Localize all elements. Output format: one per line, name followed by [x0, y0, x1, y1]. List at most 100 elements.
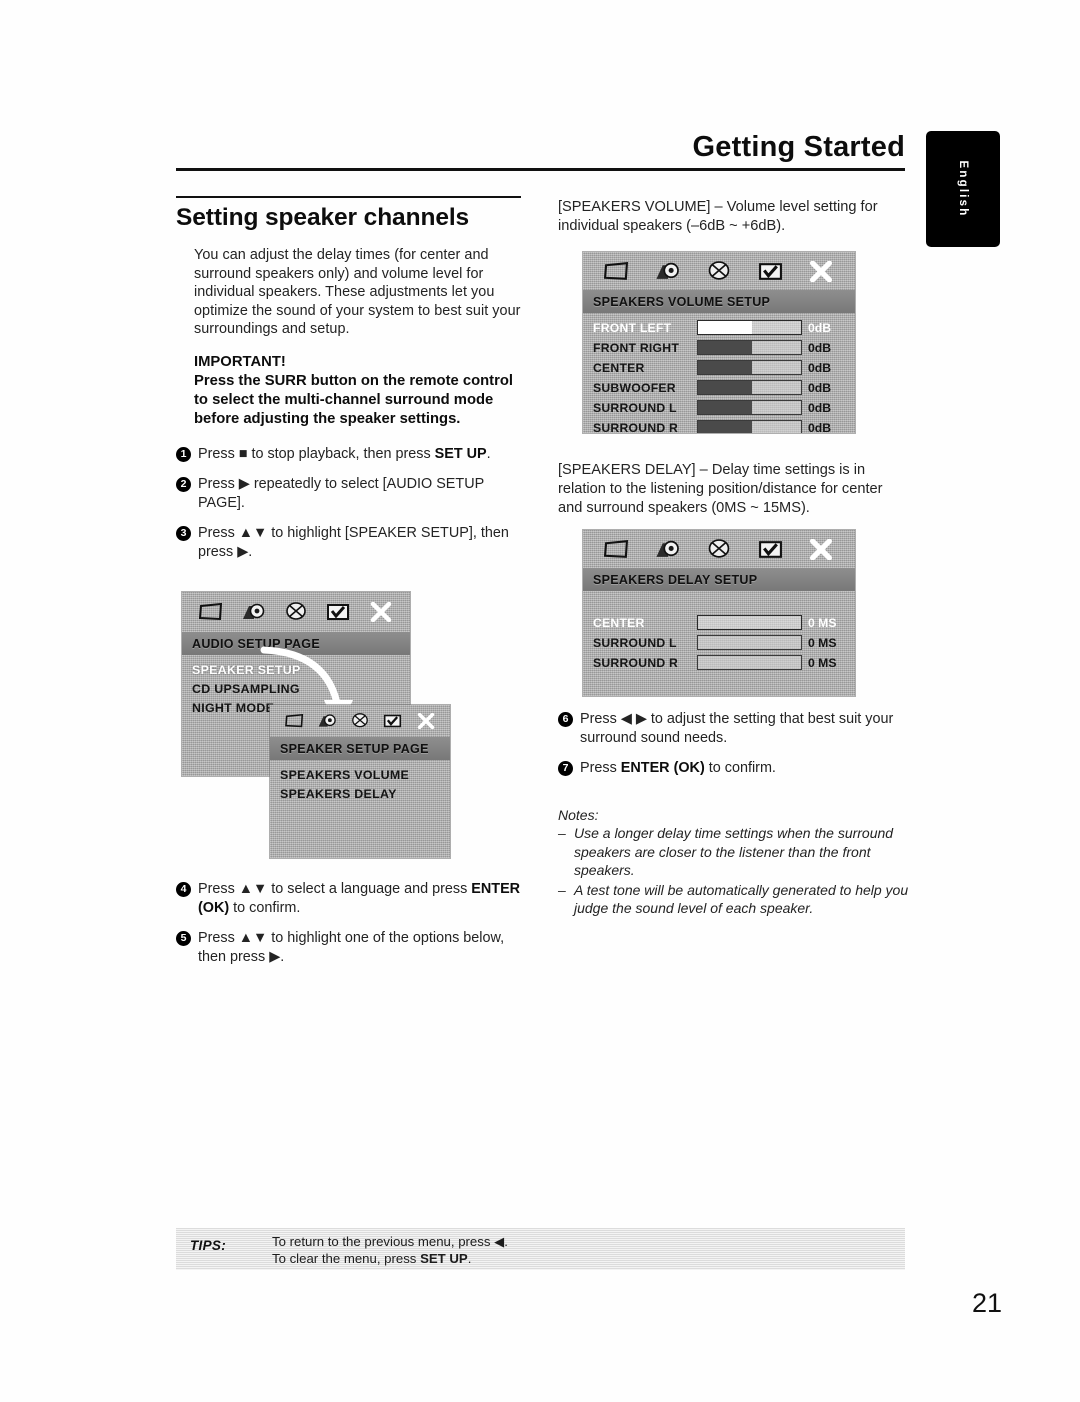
osd-setting-row[interactable]: SURROUND L 0dB	[593, 398, 846, 417]
osd-setting-row[interactable]: FRONT LEFT 0dB	[593, 318, 846, 337]
osd-icon-bar	[583, 252, 855, 290]
osd-menu-list: SPEAKERS VOLUME SPEAKERS DELAY	[270, 760, 450, 804]
note-dash: –	[558, 881, 566, 898]
close-x-icon[interactable]	[360, 592, 402, 632]
film-reel-icon[interactable]	[693, 252, 744, 290]
osd-menu-item[interactable]: CD UPSAMPLING	[192, 680, 410, 699]
tv-screen-icon[interactable]	[591, 252, 642, 290]
step-item: 3 Press ▲▼ to highlight [SPEAKER SETUP], …	[176, 524, 521, 562]
osd-setting-row[interactable]: CENTER 0dB	[593, 358, 846, 377]
step-text: Press ▶ repeatedly to select [AUDIO SETU…	[198, 475, 484, 511]
step-text: Press ▲▼ to highlight [SPEAKER SETUP], t…	[198, 524, 509, 560]
osd-setting-value: 0 MS	[808, 655, 837, 670]
page-title: Getting Started	[692, 131, 905, 163]
osd-icon-bar	[182, 592, 410, 632]
osd-slider-fill	[698, 361, 752, 374]
osd-setting-slider[interactable]	[697, 615, 802, 630]
note-text: A test tone will be automatically genera…	[574, 881, 909, 917]
osd-setting-slider[interactable]	[697, 320, 802, 335]
close-x-icon[interactable]	[796, 252, 847, 290]
osd-setting-slider[interactable]	[697, 340, 802, 355]
right-column: [SPEAKERS VOLUME] – Volume level setting…	[558, 198, 910, 246]
osd-slider-fill	[698, 381, 752, 394]
osd-setting-slider[interactable]	[697, 400, 802, 415]
tv-screen-icon[interactable]	[591, 530, 642, 568]
preference-checkbox-icon[interactable]	[745, 252, 796, 290]
osd-setting-row[interactable]: SURROUND L 0 MS	[593, 633, 846, 652]
notes-label: Notes:	[558, 807, 599, 823]
osd-icon-bar	[583, 530, 855, 568]
section-divider	[176, 196, 521, 198]
page-number: 21	[971, 1288, 1002, 1318]
osd-setting-row[interactable]: FRONT RIGHT 0dB	[593, 338, 846, 357]
step-text: Press ENTER (OK) to confirm.	[580, 760, 776, 776]
osd-slider-fill	[698, 341, 752, 354]
intro-paragraph: You can adjust the delay times (for cent…	[194, 247, 521, 338]
osd-icon-bar	[270, 705, 450, 737]
osd-setting-row[interactable]: SUBWOOFER 0dB	[593, 378, 846, 397]
osd-title: SPEAKERS VOLUME SETUP	[583, 290, 855, 313]
osd-menu-item[interactable]: SPEAKER SETUP	[192, 661, 410, 680]
osd-menu-item[interactable]: SPEAKERS VOLUME	[280, 766, 450, 785]
note-text: Use a longer delay time settings when th…	[574, 825, 894, 879]
film-reel-icon[interactable]	[344, 705, 377, 737]
section-title: Setting speaker channels	[176, 204, 470, 231]
osd-setting-slider[interactable]	[697, 380, 802, 395]
important-heading: IMPORTANT!	[194, 353, 286, 370]
step-text: Press ◀ ▶ to adjust the setting that bes…	[580, 711, 894, 746]
preference-checkbox-icon[interactable]	[317, 592, 359, 632]
audio-speaker-icon[interactable]	[642, 530, 693, 568]
osd-menu-item[interactable]: SPEAKERS DELAY	[280, 785, 450, 804]
film-reel-icon[interactable]	[275, 592, 317, 632]
osd-setting-value: 0 MS	[808, 615, 837, 630]
osd-setting-value: 0dB	[808, 360, 832, 375]
important-notice: IMPORTANT! Press the SURR button on the …	[194, 353, 521, 429]
tips-label: TIPS:	[190, 1238, 227, 1253]
osd-setting-value: 0dB	[808, 320, 832, 335]
right-column-mid: [SPEAKERS DELAY] – Delay time settings i…	[558, 461, 910, 528]
step-item: 7 Press ENTER (OK) to confirm.	[558, 759, 910, 778]
osd-setting-row[interactable]: SURROUND R 0dB	[593, 418, 846, 433]
osd-setting-value: 0dB	[808, 340, 832, 355]
audio-speaker-icon[interactable]	[232, 592, 274, 632]
speakers-delay-description: [SPEAKERS DELAY] – Delay time settings i…	[558, 462, 883, 516]
osd-setting-slider[interactable]	[697, 655, 802, 670]
left-column: Setting speaker channels You can adjust …	[176, 196, 521, 573]
film-reel-icon[interactable]	[693, 530, 744, 568]
osd-setting-label: SUBWOOFER	[593, 380, 676, 395]
tv-screen-icon[interactable]	[278, 705, 311, 737]
notes-block: Notes: – Use a longer delay time settings …	[558, 793, 910, 919]
note-item: – Use a longer delay time settings when t…	[558, 824, 910, 880]
preference-checkbox-icon[interactable]	[376, 705, 409, 737]
audio-speaker-icon[interactable]	[642, 252, 693, 290]
osd-speakers-delay-setup: SPEAKERS DELAY SETUP CENTER 0 MS SURROUND …	[583, 530, 855, 696]
osd-setting-label: SURROUND L	[593, 400, 677, 415]
close-x-icon[interactable]	[796, 530, 847, 568]
osd-setting-slider[interactable]	[697, 635, 802, 650]
close-x-icon[interactable]	[409, 705, 442, 737]
osd-setting-row[interactable]: CENTER 0 MS	[593, 613, 846, 632]
step-number-badge: 6	[558, 712, 573, 727]
osd-setting-slider[interactable]	[697, 420, 802, 433]
tips-line-2: To clear the menu, press SET UP.	[272, 1251, 508, 1268]
osd-title: SPEAKER SETUP PAGE	[270, 737, 450, 760]
right-steps-group: 6 Press ◀ ▶ to adjust the setting that be…	[558, 710, 910, 789]
osd-setting-slider[interactable]	[697, 360, 802, 375]
left-steps-group-2: 4 Press ▲▼ to select a language and press…	[176, 880, 521, 978]
osd-setting-value: 0dB	[808, 420, 832, 434]
header-divider	[176, 168, 905, 171]
preference-checkbox-icon[interactable]	[745, 530, 796, 568]
osd-slider-fill	[698, 321, 752, 334]
osd-setting-label: FRONT LEFT	[593, 320, 672, 335]
osd-setting-value: 0dB	[808, 380, 832, 395]
osd-title: AUDIO SETUP PAGE	[182, 632, 410, 655]
tv-screen-icon[interactable]	[190, 592, 232, 632]
step-item: 1 Press ■ to stop playback, then press SE…	[176, 445, 521, 464]
step-number-badge: 1	[176, 446, 191, 462]
step-number-badge: 7	[558, 761, 573, 776]
step-text: Press ▲▼ to select a language and press …	[198, 881, 521, 916]
speakers-volume-description: [SPEAKERS VOLUME] – Volume level setting…	[558, 199, 878, 234]
osd-speaker-setup-page: SPEAKER SETUP PAGE SPEAKERS VOLUME SPEAKE…	[270, 705, 450, 858]
osd-setting-row[interactable]: SURROUND R 0 MS	[593, 653, 846, 672]
audio-speaker-icon[interactable]	[311, 705, 344, 737]
